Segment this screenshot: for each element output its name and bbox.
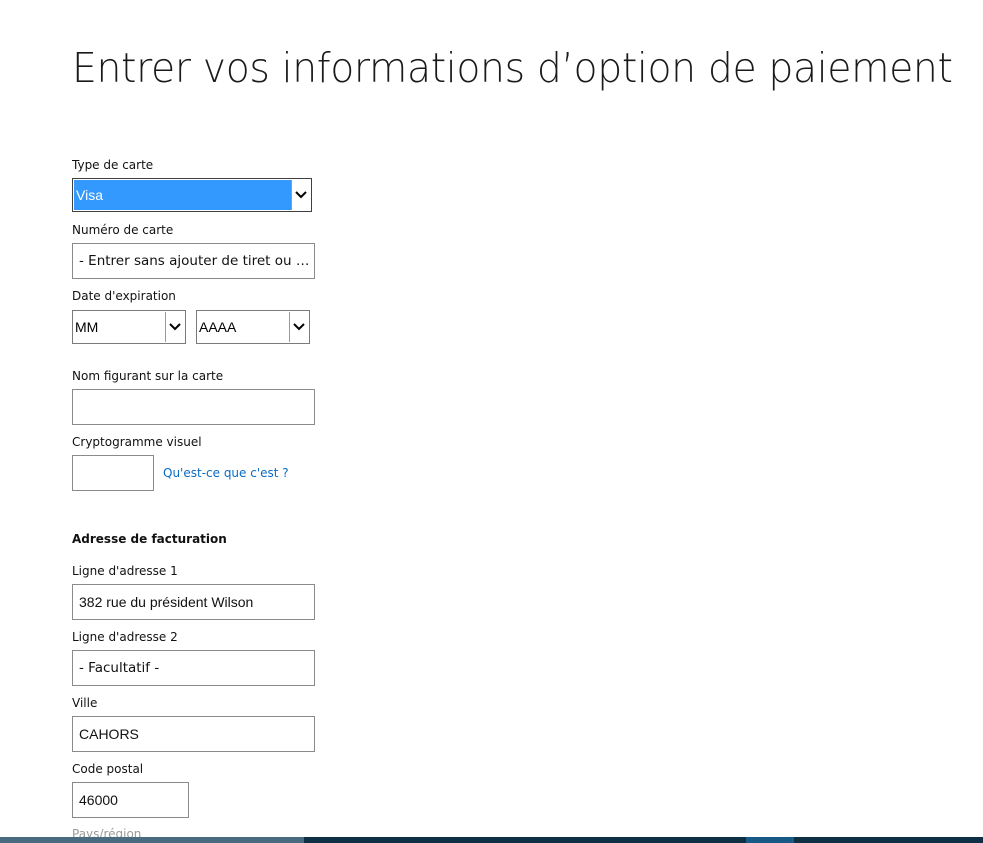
address2-input[interactable]: - Facultatif - xyxy=(72,650,315,686)
card-name-label: Nom figurant sur la carte xyxy=(72,369,224,383)
bottom-app-bar-segment xyxy=(0,837,304,843)
card-type-select[interactable]: Visa xyxy=(72,178,312,212)
bottom-app-bar-segment xyxy=(746,837,794,843)
card-type-label: Type de carte xyxy=(72,158,154,172)
expiry-label: Date d'expiration xyxy=(72,289,176,303)
address1-input[interactable]: 382 rue du président Wilson xyxy=(72,584,315,620)
expiry-month-select[interactable]: MM xyxy=(72,310,186,344)
card-number-label: Numéro de carte xyxy=(72,223,174,237)
expiry-month-value: MM xyxy=(75,319,99,335)
address2-placeholder: - Facultatif - xyxy=(79,660,160,676)
expiry-year-select[interactable]: AAAA xyxy=(196,310,310,344)
card-type-value: Visa xyxy=(74,180,291,210)
billing-heading: Adresse de facturation xyxy=(72,532,227,546)
cvv-label: Cryptogramme visuel xyxy=(72,435,202,449)
address2-label: Ligne d'adresse 2 xyxy=(72,630,178,644)
chevron-down-icon[interactable] xyxy=(291,180,310,210)
address1-value: 382 rue du président Wilson xyxy=(79,594,254,610)
postal-value: 46000 xyxy=(79,792,118,808)
city-value: CAHORS xyxy=(79,726,139,742)
city-input[interactable]: CAHORS xyxy=(72,716,315,752)
address1-label: Ligne d'adresse 1 xyxy=(72,564,178,578)
page-title: Entrer vos informations d’option de paie… xyxy=(72,44,953,92)
postal-label: Code postal xyxy=(72,762,144,776)
cvv-input[interactable] xyxy=(72,455,154,491)
chevron-down-icon[interactable] xyxy=(165,312,184,342)
city-label: Ville xyxy=(72,696,98,710)
chevron-down-icon[interactable] xyxy=(289,312,308,342)
card-name-input[interactable] xyxy=(72,389,315,425)
postal-input[interactable]: 46000 xyxy=(72,782,189,818)
cvv-help-link[interactable]: Qu'est-ce que c'est ? xyxy=(163,466,289,480)
card-number-input[interactable]: - Entrer sans ajouter de tiret ou d'e... xyxy=(72,243,315,279)
card-number-placeholder: - Entrer sans ajouter de tiret ou d'e... xyxy=(79,253,315,269)
expiry-year-value: AAAA xyxy=(199,319,237,335)
